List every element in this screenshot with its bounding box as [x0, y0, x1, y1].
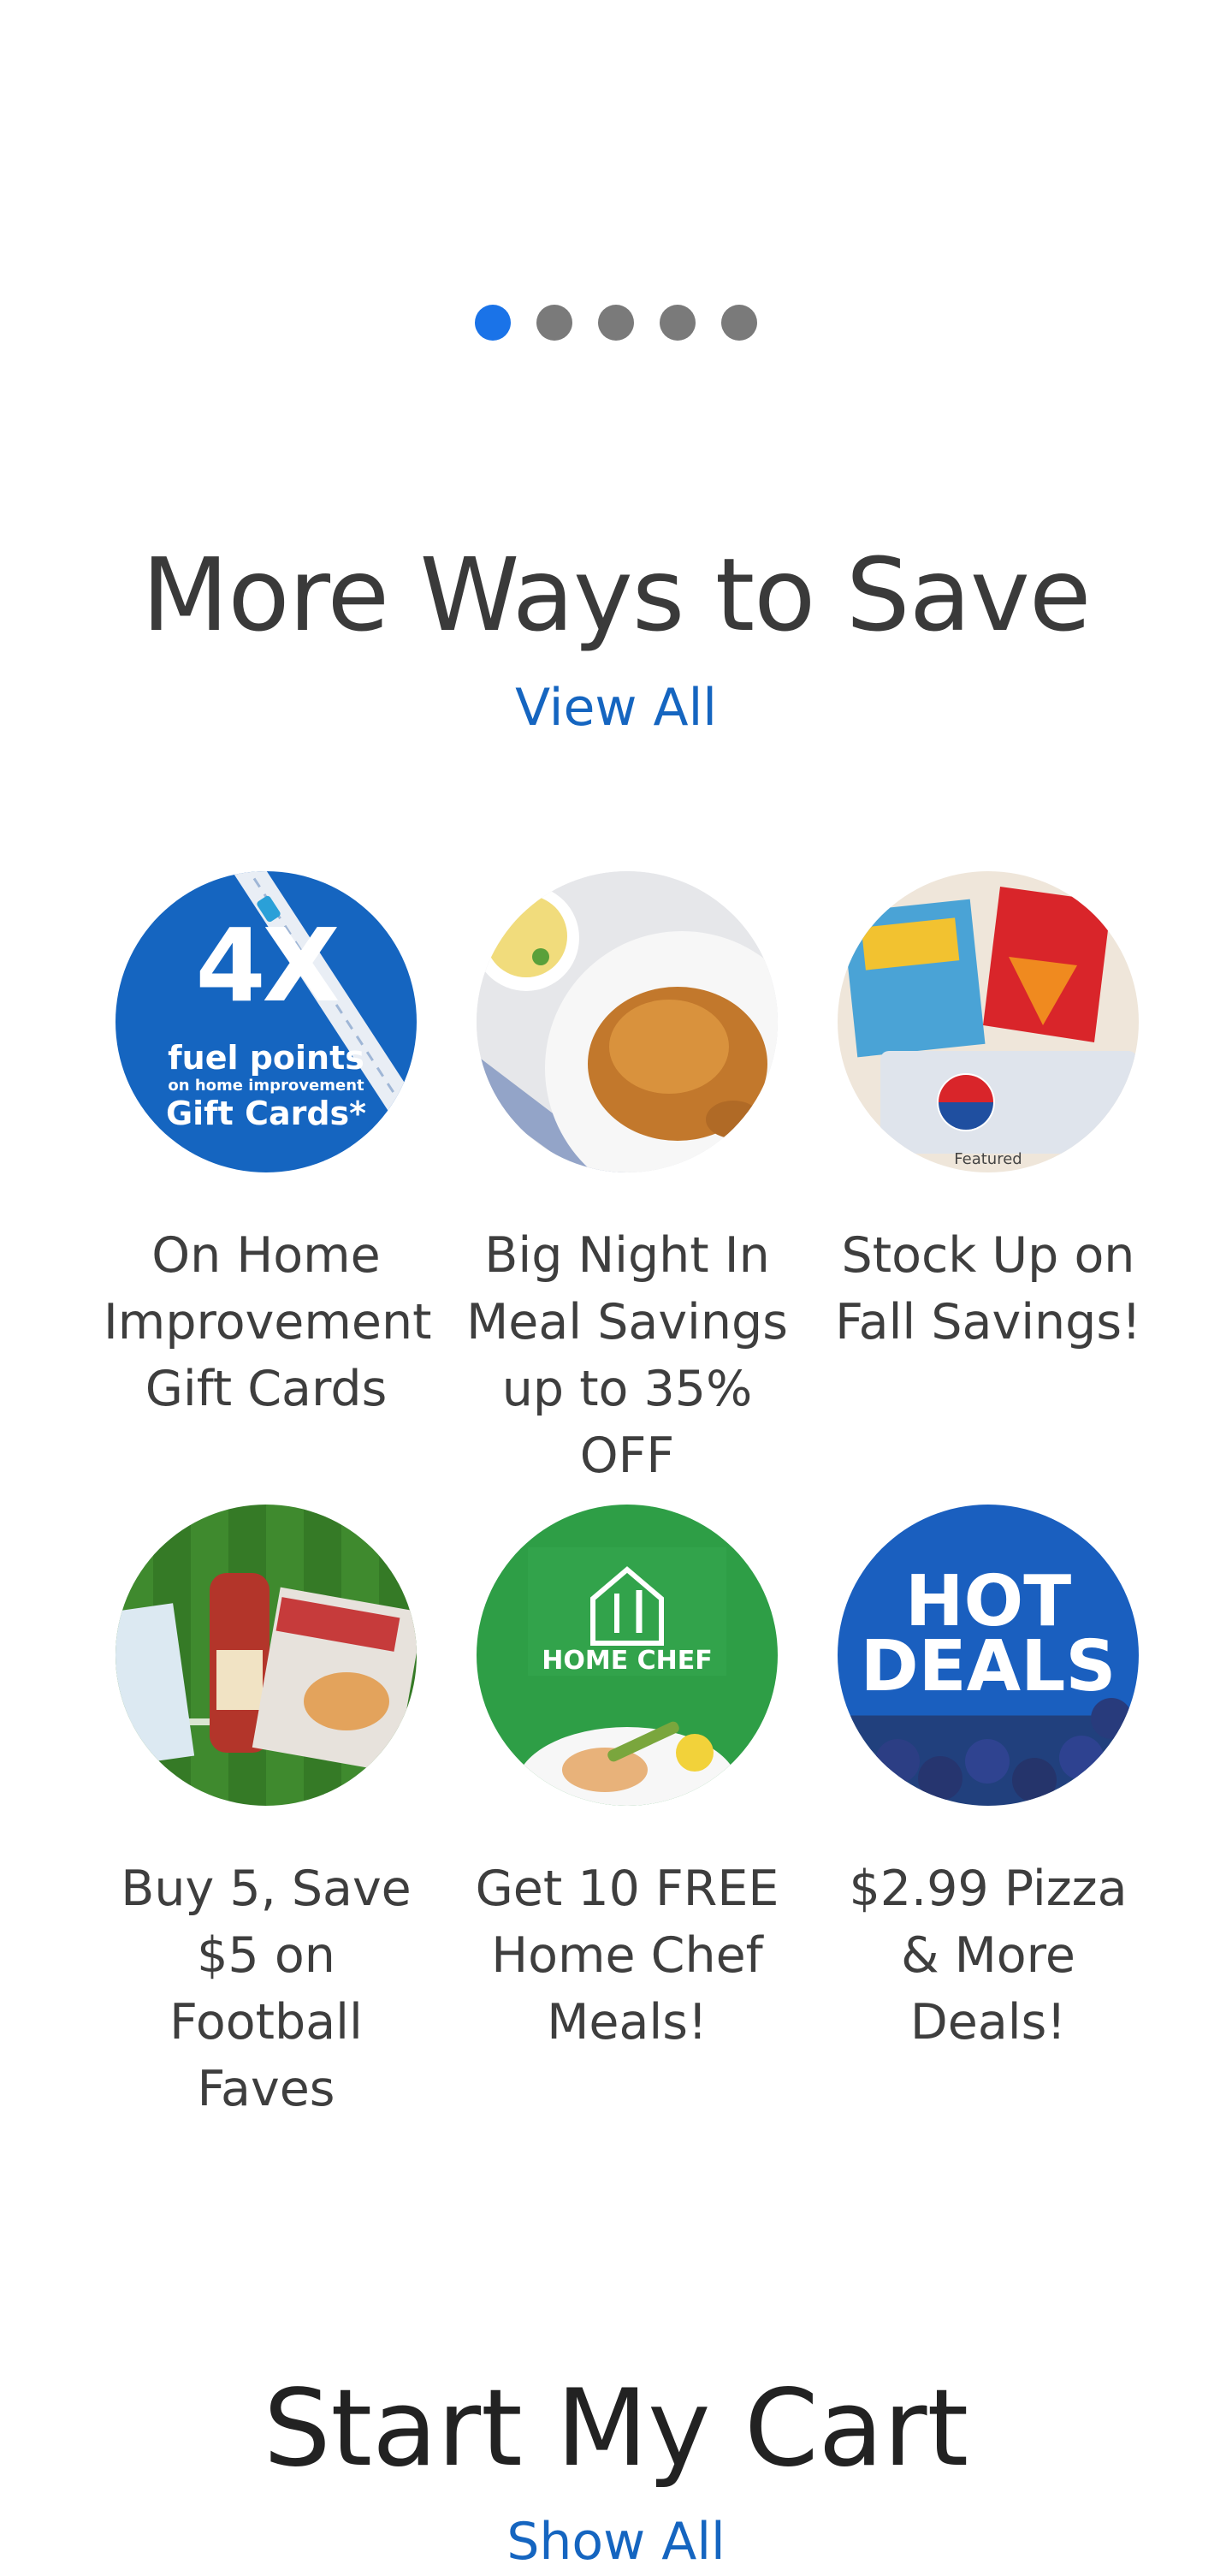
- carousel-dot-1[interactable]: [475, 305, 511, 341]
- show-all-link[interactable]: Show All: [0, 2508, 1232, 2576]
- carousel-dot-2[interactable]: [536, 305, 572, 341]
- promo-gift-cards-text: Gift Cards*: [165, 1095, 367, 1132]
- tile-label: Stock Up on Fall Savings!: [835, 1227, 1141, 1350]
- more-ways-to-save-title: More Ways to Save: [141, 536, 1092, 654]
- start-my-cart-title: Start My Cart: [263, 2367, 969, 2490]
- tile-big-night-in[interactable]: Big Night In Meal Savings up to 35% OFF: [447, 871, 808, 1505]
- tile-label: Buy 5, Save $5 on Football Faves: [121, 1861, 412, 2117]
- home-chef-image: HOME CHEF: [477, 1505, 778, 1806]
- savings-tiles-grid: 4X fuel points on home improvement Gift …: [86, 871, 1181, 2117]
- football-snacks-image: [116, 1505, 417, 1806]
- fuel-points-promo-image: 4X fuel points on home improvement Gift …: [116, 871, 417, 1172]
- featured-caption: Featured: [954, 1150, 1022, 1168]
- carousel-dot-3[interactable]: [598, 305, 634, 341]
- tile-football-faves[interactable]: Buy 5, Save $5 on Football Faves: [86, 1505, 447, 2117]
- home-chef-logo-text: HOME CHEF: [542, 1646, 713, 1676]
- tile-label: Get 10 FREE Home Chef Meals!: [475, 1861, 779, 2051]
- tile-home-chef[interactable]: HOME CHEF Get 10 FREE Home Chef Meals!: [447, 1505, 808, 2112]
- tile-fall-savings[interactable]: Featured Stock Up on Fall Savings!: [808, 871, 1169, 1505]
- tile-hot-deals[interactable]: HOT DEALS $2.99 Pizza & More Deals!: [808, 1505, 1169, 2112]
- tile-label: On Home Improvement Gift Cards: [104, 1227, 432, 1417]
- promo-fuel-points-text: fuel points: [168, 1039, 364, 1077]
- promo-4x-text: 4X: [195, 906, 340, 1024]
- view-all-link[interactable]: View All: [0, 678, 1232, 738]
- tile-label: $2.99 Pizza & More Deals!: [849, 1861, 1128, 2051]
- snacks-products-image: Featured: [838, 871, 1139, 1172]
- promo-subtext: on home improvement: [168, 1077, 364, 1095]
- deals-text: DEALS: [860, 1626, 1116, 1707]
- roast-chicken-image: [477, 871, 778, 1172]
- tile-home-improvement-gift-cards[interactable]: 4X fuel points on home improvement Gift …: [86, 871, 447, 1505]
- carousel-dot-5[interactable]: [721, 305, 757, 341]
- carousel-dot-4[interactable]: [660, 305, 696, 341]
- carousel-pagination: [0, 305, 1232, 342]
- tile-label: Big Night In Meal Savings up to 35% OFF: [466, 1227, 788, 1484]
- hot-deals-image: HOT DEALS: [838, 1505, 1139, 1806]
